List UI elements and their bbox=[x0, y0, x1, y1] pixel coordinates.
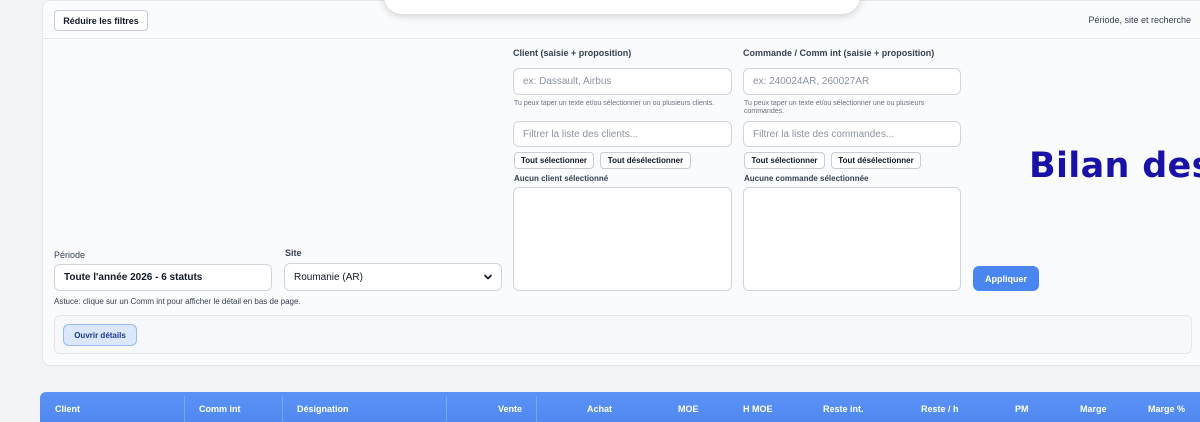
commande-selection-status: Aucune commande sélectionnée bbox=[744, 174, 869, 183]
commande-help: Tu peux taper un texte et/ou sélectionne… bbox=[744, 100, 925, 115]
column-divider bbox=[536, 396, 537, 422]
client-deselect-all-button[interactable]: Tout désélectionner bbox=[600, 152, 691, 169]
details-container: Ouvrir détails bbox=[54, 315, 1192, 354]
commande-filter-input[interactable] bbox=[743, 121, 961, 147]
client-filter-input[interactable] bbox=[513, 121, 732, 147]
column-divider bbox=[184, 396, 185, 422]
column-divider bbox=[446, 396, 447, 422]
column-header-h-moe[interactable]: H MOE bbox=[743, 404, 773, 414]
top-popup-edge bbox=[384, 0, 860, 14]
column-header-reste-h[interactable]: Reste / h bbox=[921, 404, 959, 414]
client-input[interactable] bbox=[513, 68, 732, 95]
column-header-achat[interactable]: Achat bbox=[587, 404, 612, 414]
column-header-comm-int[interactable]: Comm int bbox=[199, 404, 241, 414]
periode-label: Période bbox=[54, 250, 86, 260]
filters-header-title: Période, site et recherche bbox=[1088, 15, 1191, 25]
site-select[interactable]: Roumanie (AR) bbox=[284, 263, 502, 291]
client-listbox[interactable] bbox=[513, 187, 732, 291]
column-header-designation[interactable]: Désignation bbox=[297, 404, 349, 414]
commande-input[interactable] bbox=[743, 68, 961, 95]
site-value: Roumanie (AR) bbox=[294, 271, 363, 283]
commande-select-all-button[interactable]: Tout sélectionner bbox=[744, 152, 825, 169]
open-details-button[interactable]: Ouvrir détails bbox=[63, 324, 137, 346]
column-header-marge[interactable]: Marge bbox=[1080, 404, 1107, 414]
column-divider bbox=[282, 396, 283, 422]
column-header-moe[interactable]: MOE bbox=[678, 404, 699, 414]
commande-label: Commande / Comm int (saisie + propositio… bbox=[743, 48, 935, 58]
page-title: Bilan des bbox=[1029, 146, 1200, 186]
periode-value: Toute l'année 2026 - 6 statuts bbox=[64, 272, 203, 283]
column-header-pm[interactable]: PM bbox=[1015, 404, 1029, 414]
column-header-reste-int[interactable]: Reste int. bbox=[823, 404, 864, 414]
client-selection-status: Aucun client sélectionné bbox=[514, 174, 609, 183]
client-label: Client (saisie + proposition) bbox=[513, 48, 632, 58]
commande-listbox[interactable] bbox=[743, 187, 961, 291]
apply-button[interactable]: Appliquer bbox=[973, 266, 1039, 291]
table-header: Client Comm int Désignation Vente Achat … bbox=[40, 392, 1200, 422]
tip-text: Astuce: clique sur un Comm int pour affi… bbox=[54, 297, 301, 306]
column-header-marge-pct[interactable]: Marge % bbox=[1148, 404, 1185, 414]
client-help: Tu peux taper un texte et/ou sélectionne… bbox=[514, 100, 715, 107]
column-header-vente[interactable]: Vente bbox=[498, 404, 522, 414]
client-select-all-button[interactable]: Tout sélectionner bbox=[514, 152, 594, 169]
chevron-down-icon bbox=[484, 274, 492, 280]
column-header-client[interactable]: Client bbox=[55, 404, 80, 414]
collapse-filters-button[interactable]: Réduire les filtres bbox=[54, 10, 148, 31]
periode-field[interactable]: Toute l'année 2026 - 6 statuts bbox=[54, 264, 272, 291]
site-label: Site bbox=[285, 248, 302, 258]
commande-deselect-all-button[interactable]: Tout désélectionner bbox=[831, 152, 921, 169]
